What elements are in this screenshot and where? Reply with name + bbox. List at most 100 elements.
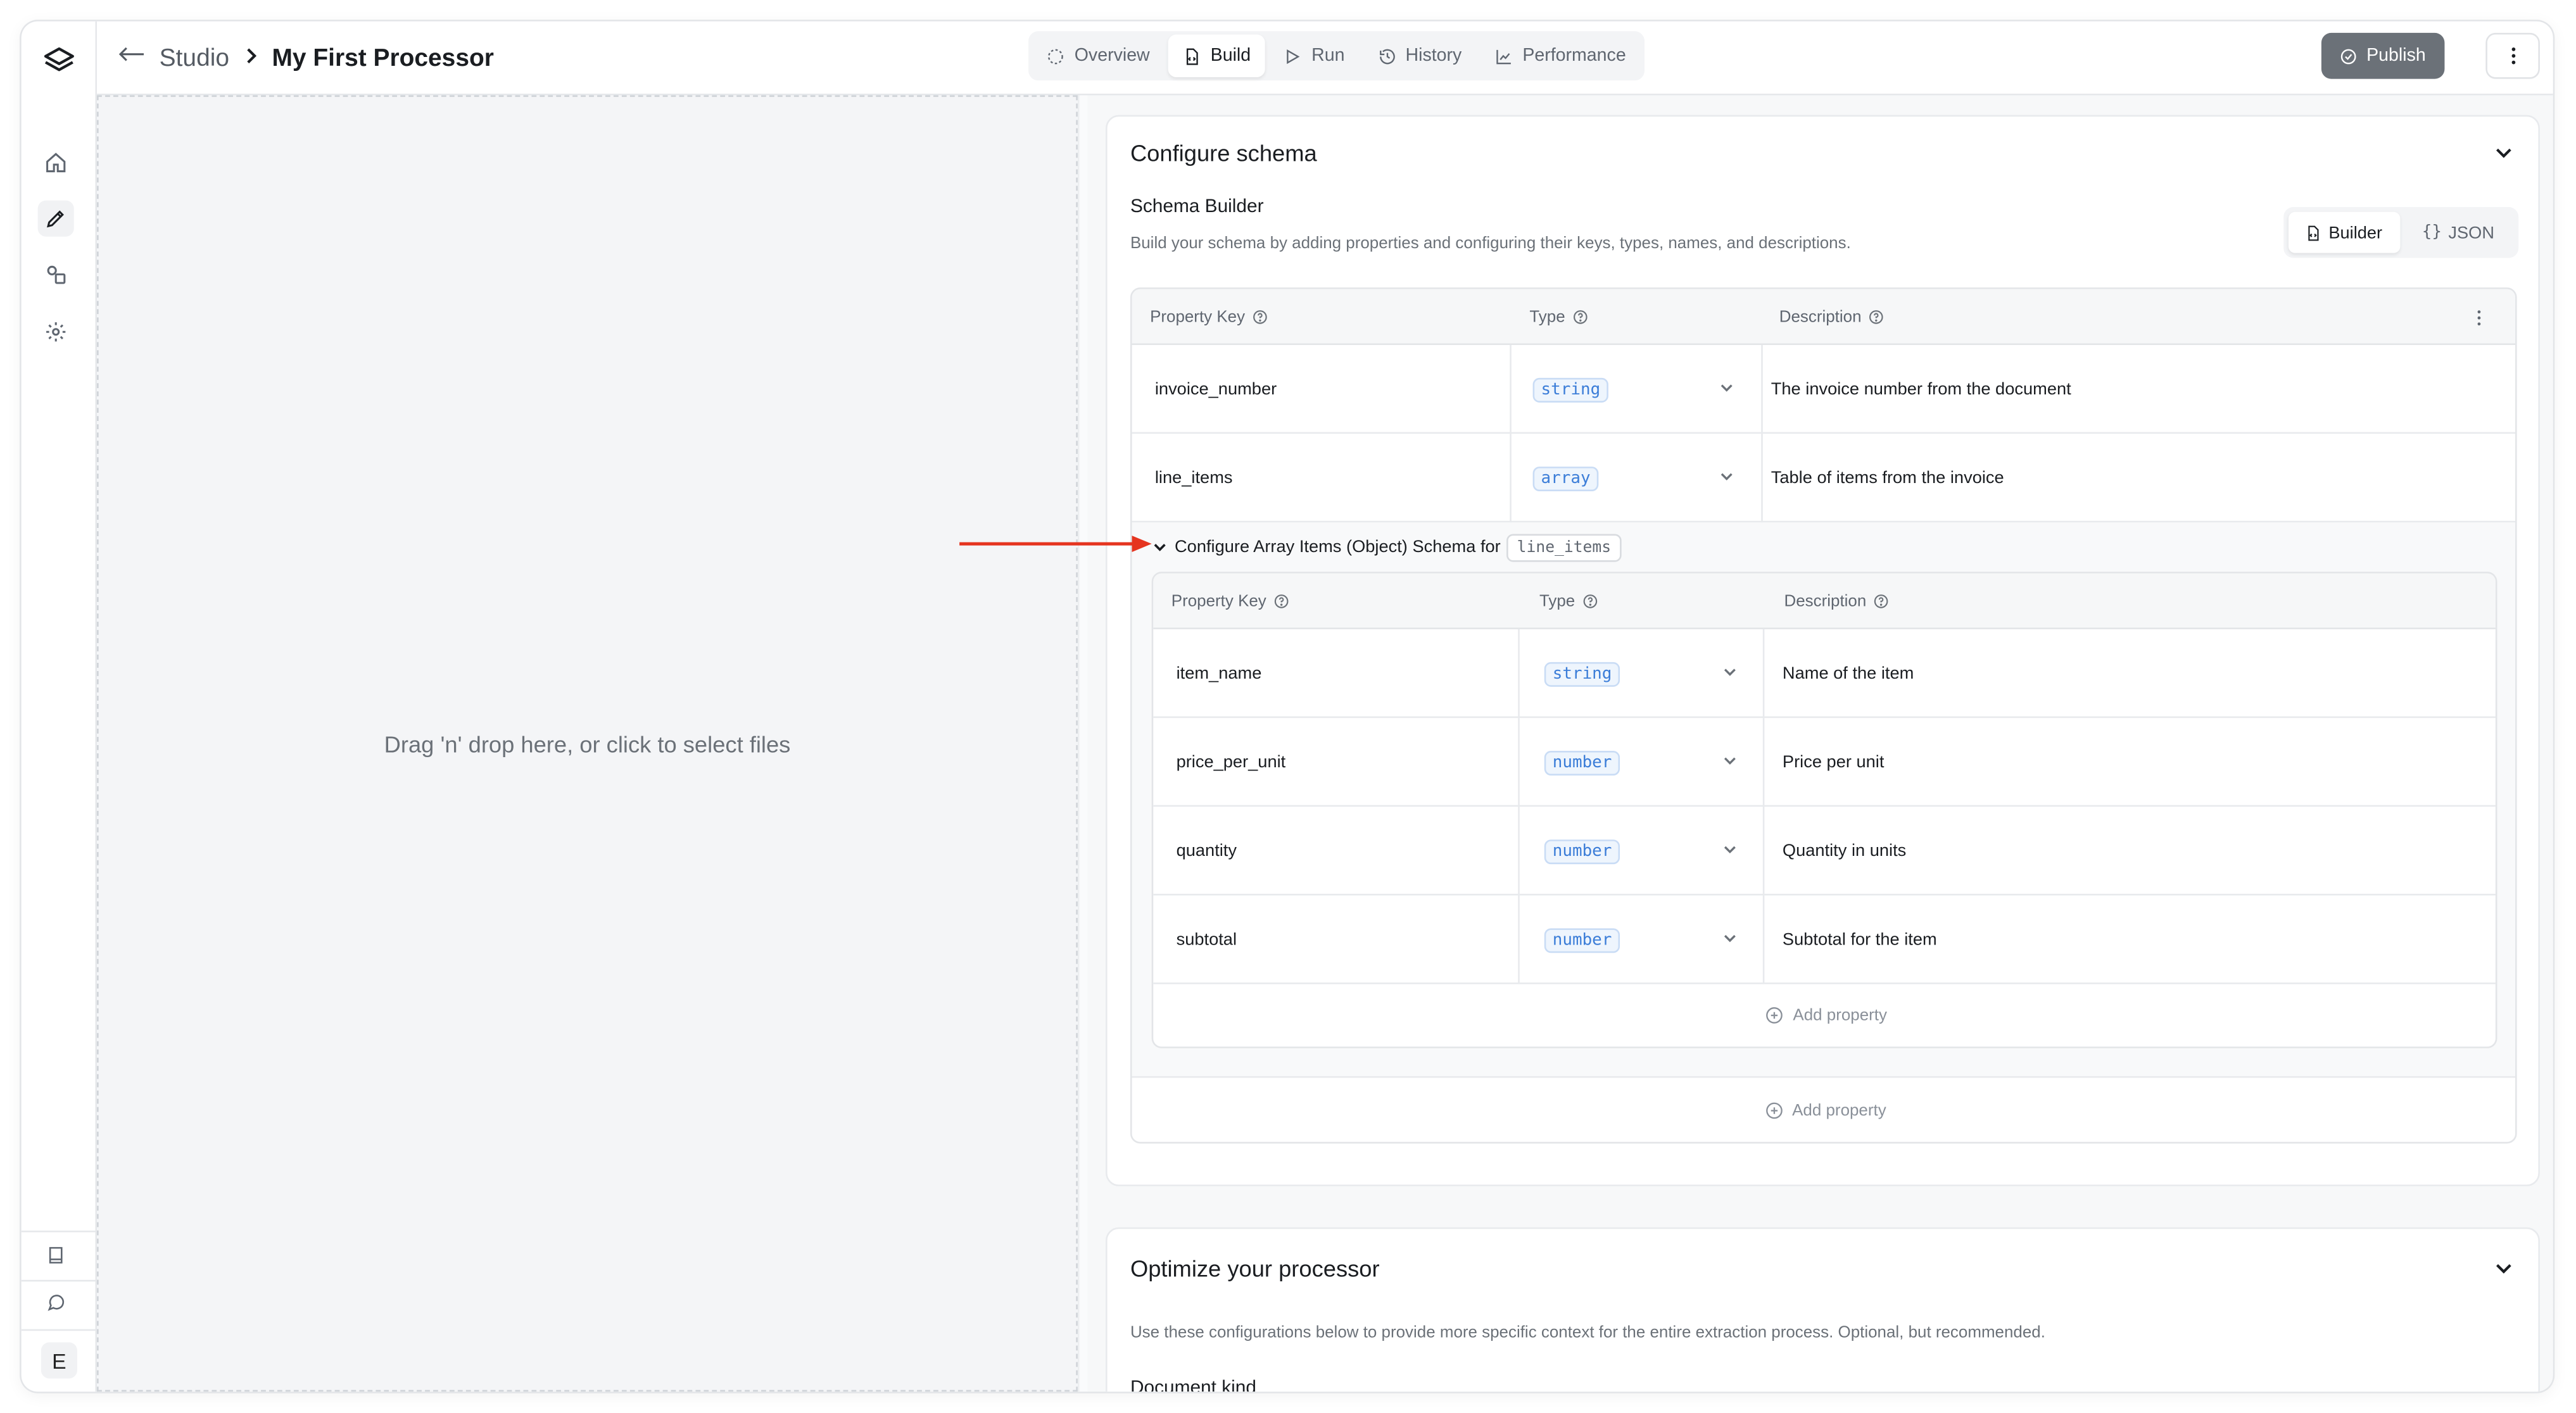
type-select[interactable]: string — [1544, 629, 1774, 718]
json-mode-button[interactable]: {} JSON — [2402, 212, 2513, 253]
optimize-card: Optimize your processor Use these config… — [1106, 1227, 2540, 1392]
col-property-key: Property Key — [1171, 574, 1289, 629]
col-property-key: Property Key — [1150, 289, 1268, 345]
nested-table-header: Property Key Type Description — [1153, 573, 2496, 629]
kebab-icon — [2511, 47, 2515, 65]
array-field-pill: line_items — [1507, 533, 1621, 562]
configure-schema-title: Configure schema — [1130, 139, 1317, 166]
dropzone-text: Drag 'n' drop here, or click to select f… — [384, 731, 791, 758]
chevron-down-icon — [1720, 384, 1733, 392]
play-icon — [1287, 48, 1301, 63]
chevron-down-icon[interactable] — [2492, 1257, 2515, 1279]
property-key-input[interactable]: item_name — [1177, 629, 1262, 718]
table-options-button[interactable] — [2476, 289, 2482, 345]
chevron-down-icon — [1724, 934, 1736, 943]
kebab-icon — [2477, 309, 2481, 325]
help-icon — [1253, 310, 1267, 324]
panel-resizer[interactable] — [1077, 95, 1088, 1392]
check-circle-icon — [2341, 48, 2357, 64]
optimize-title: Optimize your processor — [1130, 1255, 1380, 1282]
array-items-section: Configure Array Items (Object) Schema fo… — [1132, 522, 2516, 1078]
file-dropzone[interactable]: Drag 'n' drop here, or click to select f… — [97, 95, 1078, 1392]
schema-table-header: Property Key Type Description — [1132, 289, 2516, 346]
home-icon[interactable] — [38, 144, 74, 180]
chevron-right-icon — [243, 44, 259, 73]
tab-performance[interactable]: Performance — [1480, 35, 1641, 77]
help-icon — [1582, 594, 1597, 608]
description-input[interactable]: Quantity in units — [1783, 807, 1906, 895]
table-row: price_per_unit number Price per unit — [1153, 718, 2496, 807]
annotation-arrow-icon — [959, 536, 1152, 553]
chevron-down-icon — [1724, 669, 1736, 676]
table-row: line_items array Table of items from the… — [1132, 434, 2516, 523]
topbar: Studio My First Processor Overview Build… — [97, 21, 2553, 96]
property-key-input[interactable]: line_items — [1155, 434, 1233, 522]
breadcrumb-studio[interactable]: Studio — [160, 44, 229, 72]
config-panel: Configure schema Schema Builder Build yo… — [1087, 95, 2553, 1392]
chevron-down-icon — [1724, 846, 1736, 854]
file-code-icon — [2309, 225, 2320, 241]
schema-builder-title: Schema Builder — [1130, 197, 1264, 217]
document-kind-label: Document kind — [1130, 1378, 1256, 1392]
col-type: Type — [1539, 574, 1598, 629]
col-description: Description — [1779, 289, 1885, 345]
chevron-down-icon — [1720, 473, 1733, 480]
help-icon — [1573, 310, 1587, 324]
add-nested-property-button[interactable]: Add property — [1153, 984, 2496, 1047]
more-menu-button[interactable] — [2485, 32, 2540, 79]
table-row: quantity number Quantity in units — [1153, 807, 2496, 896]
chart-icon — [1496, 49, 1511, 64]
back-arrow-icon[interactable] — [117, 42, 146, 73]
help-icon — [1274, 594, 1288, 608]
tab-run[interactable]: Run — [1269, 35, 1360, 77]
help-icon — [1869, 310, 1883, 324]
description-input[interactable]: Price per unit — [1783, 718, 1885, 807]
chevron-down-icon — [1724, 757, 1736, 765]
breadcrumb: Studio My First Processor — [117, 22, 494, 96]
shapes-icon[interactable] — [38, 256, 74, 292]
history-icon — [1379, 48, 1394, 64]
tab-build[interactable]: Build — [1168, 34, 1266, 77]
sidebar: E — [21, 21, 98, 1392]
chat-icon[interactable] — [38, 1285, 74, 1321]
braces-icon: {} — [2421, 223, 2442, 242]
logo-icon[interactable] — [39, 41, 79, 80]
circle-dashed-icon — [1048, 48, 1063, 64]
optimize-desc: Use these configurations below to provid… — [1130, 1324, 2045, 1343]
help-icon — [1874, 594, 1888, 608]
chevron-down-icon[interactable] — [2492, 141, 2515, 164]
nested-schema-table: Property Key Type Description item_name … — [1151, 572, 2497, 1048]
table-row: subtotal number Subtotal for the item — [1153, 895, 2496, 984]
pencil-icon[interactable] — [37, 200, 74, 237]
schema-builder-desc: Build your schema by adding properties a… — [1130, 235, 1851, 253]
gear-icon[interactable] — [38, 314, 74, 350]
type-select[interactable]: number — [1544, 718, 1774, 807]
array-items-toggle[interactable]: Configure Array Items (Object) Schema fo… — [1152, 532, 1621, 562]
plus-circle-icon — [1765, 1102, 1783, 1119]
property-key-input[interactable]: quantity — [1177, 807, 1237, 895]
description-input[interactable]: The invoice number from the document — [1771, 345, 2071, 434]
property-key-input[interactable]: invoice_number — [1155, 345, 1277, 434]
type-select[interactable]: number — [1544, 807, 1774, 895]
configure-schema-card: Configure schema Schema Builder Build yo… — [1106, 115, 2540, 1186]
property-key-input[interactable]: subtotal — [1177, 895, 1237, 984]
avatar[interactable]: E — [41, 1342, 77, 1379]
tab-overview[interactable]: Overview — [1032, 35, 1165, 77]
publish-button[interactable]: Publish — [2321, 32, 2445, 79]
type-select[interactable]: number — [1544, 895, 1774, 984]
table-row: invoice_number string The invoice number… — [1132, 345, 2516, 434]
description-input[interactable]: Table of items from the invoice — [1771, 434, 2004, 522]
book-icon[interactable] — [38, 1237, 74, 1273]
tab-history[interactable]: History — [1363, 35, 1477, 77]
plus-circle-icon — [1767, 1007, 1783, 1024]
view-tabs: Overview Build Run History Performance — [1028, 31, 1645, 81]
schema-mode-toggle: Builder {} JSON — [2283, 207, 2519, 258]
description-input[interactable]: Subtotal for the item — [1783, 895, 1937, 984]
description-input[interactable]: Name of the item — [1783, 629, 1914, 718]
schema-table: Property Key Type Description invoice_nu… — [1130, 287, 2517, 1144]
property-key-input[interactable]: price_per_unit — [1177, 718, 1286, 807]
table-row: item_name string Name of the item — [1153, 629, 2496, 719]
add-property-button[interactable]: Add property — [1132, 1078, 2515, 1142]
col-description: Description — [1784, 574, 1890, 629]
builder-mode-button[interactable]: Builder — [2288, 211, 2400, 253]
